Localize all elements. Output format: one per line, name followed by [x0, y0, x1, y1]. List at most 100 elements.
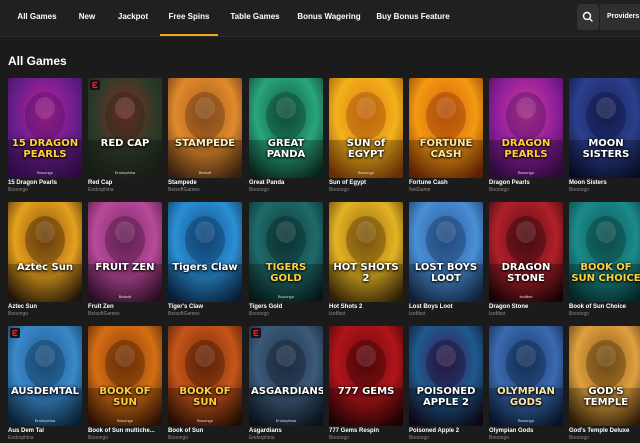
game-card[interactable]: BOOK OF SUN CHOICE Book of Sun Choice Booo… — [569, 202, 640, 317]
game-thumbnail[interactable]: LOST BOYS LOOT — [409, 202, 483, 302]
game-card[interactable]: DRAGON PEARLS Booongo Dragon Pearls Booongo — [489, 78, 563, 193]
game-card[interactable]: POISONED APPLE 2 Poisoned Apple 2 Booongo — [409, 326, 483, 441]
game-thumbnail[interactable]: AUSDEMTAL Endorphina — [8, 326, 82, 426]
game-thumbnail[interactable]: Tigers Claw — [168, 202, 242, 302]
game-thumbnail[interactable]: ASGARDIANS Endorphina — [249, 326, 323, 426]
game-art-provider: Betsoft — [198, 170, 212, 175]
game-name[interactable]: Book of Sun — [168, 428, 203, 434]
game-provider: Isoftbet — [489, 311, 506, 317]
tab-table-games[interactable]: Table Games — [224, 0, 286, 36]
game-art-provider: Booongo — [357, 170, 374, 175]
endorphina-logo-icon — [251, 328, 261, 338]
game-card[interactable]: STAMPEDE Betsoft Stampede BetsoftGames — [168, 78, 242, 193]
game-thumbnail[interactable]: DRAGON PEARLS Booongo — [489, 78, 563, 178]
game-thumbnail[interactable]: BOOK OF SUN CHOICE — [569, 202, 640, 302]
game-thumbnail[interactable]: 777 GEMS — [329, 326, 403, 426]
game-provider: NetGame — [409, 187, 431, 193]
game-thumbnail[interactable]: HOT SHOTS 2 — [329, 202, 403, 302]
search-button[interactable] — [577, 4, 599, 30]
game-name[interactable]: Hot Shots 2 — [329, 304, 362, 310]
game-card[interactable]: FORTUNE CASH Fortune Cash NetGame — [409, 78, 483, 193]
game-name[interactable]: Lost Boys Loot — [409, 304, 453, 310]
game-artwork — [489, 202, 563, 302]
tab-buy-bonus-feature[interactable]: Buy Bonus Feature — [372, 0, 454, 36]
game-provider: Booongo — [8, 187, 29, 193]
game-art-provider: Endorphina — [275, 418, 297, 423]
game-name[interactable]: Tiger's Claw — [168, 304, 203, 310]
game-card[interactable]: RED CAP Endorphina Red Cap Endorphina — [88, 78, 162, 193]
game-art-title: BOOK OF SUN — [179, 386, 231, 408]
game-name[interactable]: Aus Dem Tal — [8, 428, 44, 434]
game-card[interactable]: OLYMPIAN GODS Booongo Olympian Gods Booongo — [489, 326, 563, 441]
game-name[interactable]: Fruit Zen — [88, 304, 114, 310]
game-card[interactable]: GREAT PANDA Great Panda Booongo — [249, 78, 323, 193]
game-card[interactable]: 15 DRAGON PEARLS Booongo 15 Dragon Pearls B… — [8, 78, 82, 193]
game-thumbnail[interactable]: STAMPEDE Betsoft — [168, 78, 242, 178]
game-name[interactable]: Book of Sun Choice — [569, 304, 626, 310]
game-art-title: 15 DRAGON PEARLS — [11, 138, 79, 160]
game-thumbnail[interactable]: TIGERS GOLD Booongo — [249, 202, 323, 302]
game-card[interactable]: FRUIT ZEN Betsoft Fruit Zen BetsoftGames — [88, 202, 162, 317]
providers-dropdown[interactable]: Providers — [600, 4, 640, 30]
game-name[interactable]: God's Temple Deluxe — [569, 428, 629, 434]
game-art-title: LOST BOYS LOOT — [414, 262, 478, 284]
game-art-title: BOOK OF SUN — [99, 386, 151, 408]
game-name[interactable]: Olympian Gods — [489, 428, 533, 434]
game-card[interactable]: BOOK OF SUN Booongo Book of Sun multiche..… — [88, 326, 162, 441]
game-art-title: Aztec Sun — [17, 262, 73, 273]
game-thumbnail[interactable]: FRUIT ZEN Betsoft — [88, 202, 162, 302]
game-card[interactable]: MOON SISTERS Moon Sisters Booongo — [569, 78, 640, 193]
tab-free-spins[interactable]: Free Spins — [160, 0, 218, 36]
game-card[interactable]: AUSDEMTAL Endorphina Aus Dem Tal Endorphina — [8, 326, 82, 441]
game-card[interactable]: HOT SHOTS 2 Hot Shots 2 Isoftbet — [329, 202, 403, 317]
game-thumbnail[interactable]: GOD'S TEMPLE — [569, 326, 640, 426]
game-thumbnail[interactable]: DRAGON STONE Isoftbet — [489, 202, 563, 302]
tab-new[interactable]: New — [72, 0, 102, 36]
tab-jackpot[interactable]: Jackpot — [112, 0, 154, 36]
game-name[interactable]: Asgardians — [249, 428, 282, 434]
game-artwork — [168, 78, 242, 178]
game-name[interactable]: Stampede — [168, 180, 197, 186]
game-name[interactable]: Fortune Cash — [409, 180, 448, 186]
game-provider: Booongo — [409, 435, 430, 441]
game-card[interactable]: SUN of EGYPT Booongo Sun of Egypt Booongo — [329, 78, 403, 193]
game-card[interactable]: TIGERS GOLD Booongo Tigers Gold Booongo — [249, 202, 323, 317]
game-thumbnail[interactable]: Aztec Sun — [8, 202, 82, 302]
game-name[interactable]: 15 Dragon Pearls — [8, 180, 57, 186]
game-name[interactable]: Poisoned Apple 2 — [409, 428, 459, 434]
game-thumbnail[interactable]: BOOK OF SUN Booongo — [88, 326, 162, 426]
game-artwork — [329, 326, 403, 426]
game-thumbnail[interactable]: POISONED APPLE 2 — [409, 326, 483, 426]
game-name[interactable]: Sun of Egypt — [329, 180, 366, 186]
game-name[interactable]: Book of Sun multiche... — [88, 428, 155, 434]
game-thumbnail[interactable]: GREAT PANDA — [249, 78, 323, 178]
game-name[interactable]: Dragon Stone — [489, 304, 528, 310]
providers-label: Providers — [607, 13, 640, 20]
game-name[interactable]: 777 Gems Respin — [329, 428, 379, 434]
game-thumbnail[interactable]: RED CAP Endorphina — [88, 78, 162, 178]
game-thumbnail[interactable]: BOOK OF SUN Booongo — [168, 326, 242, 426]
game-thumbnail[interactable]: SUN of EGYPT Booongo — [329, 78, 403, 178]
game-name[interactable]: Moon Sisters — [569, 180, 607, 186]
game-name[interactable]: Great Panda — [249, 180, 284, 186]
tab-all-games[interactable]: All Games — [8, 0, 66, 36]
game-thumbnail[interactable]: OLYMPIAN GODS Booongo — [489, 326, 563, 426]
section-title: All Games — [8, 54, 67, 68]
game-card[interactable]: LOST BOYS LOOT Lost Boys Loot Isoftbet — [409, 202, 483, 317]
game-thumbnail[interactable]: 15 DRAGON PEARLS Booongo — [8, 78, 82, 178]
game-card[interactable]: GOD'S TEMPLE God's Temple Deluxe Booongo — [569, 326, 640, 441]
game-card[interactable]: ASGARDIANS Endorphina Asgardians Endorphina — [249, 326, 323, 441]
game-name[interactable]: Aztec Sun — [8, 304, 37, 310]
game-thumbnail[interactable]: FORTUNE CASH — [409, 78, 483, 178]
game-name[interactable]: Red Cap — [88, 180, 112, 186]
game-card[interactable]: Aztec Sun Aztec Sun Booongo — [8, 202, 82, 317]
game-name[interactable]: Tigers Gold — [249, 304, 282, 310]
game-card[interactable]: 777 GEMS 777 Gems Respin Booongo — [329, 326, 403, 441]
game-thumbnail[interactable]: MOON SISTERS — [569, 78, 640, 178]
game-card[interactable]: Tigers Claw Tiger's Claw BetsoftGames — [168, 202, 242, 317]
game-card[interactable]: DRAGON STONE Isoftbet Dragon Stone Isoftbet — [489, 202, 563, 317]
game-card[interactable]: BOOK OF SUN Booongo Book of Sun Booongo — [168, 326, 242, 441]
game-name[interactable]: Dragon Pearls — [489, 180, 530, 186]
game-provider: Booongo — [569, 311, 590, 317]
tab-bonus-wagering[interactable]: Bonus Wagering — [292, 0, 366, 36]
